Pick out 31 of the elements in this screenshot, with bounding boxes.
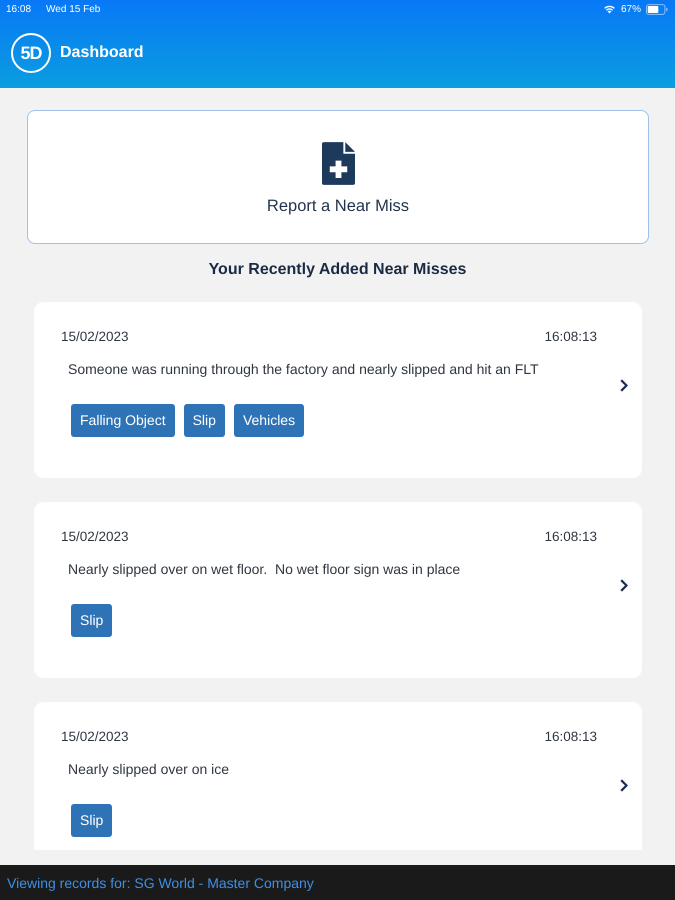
chevron-right-icon bbox=[620, 778, 628, 792]
battery-percent: 67% bbox=[620, 4, 641, 14]
near-miss-description: Nearly slipped over on ice bbox=[68, 761, 230, 778]
category-tag: Slip bbox=[184, 404, 225, 437]
chevron-right-icon bbox=[620, 578, 628, 592]
report-date: 15/02/2023 bbox=[61, 529, 129, 544]
section-heading: Your Recently Added Near Misses bbox=[208, 260, 468, 280]
company-context-text: Viewing records for: SG World - Master Company bbox=[7, 874, 314, 890]
category-tag: Slip bbox=[71, 604, 112, 637]
category-tag: Slip bbox=[71, 804, 112, 837]
report-near-miss-button[interactable]: Report a Near Miss bbox=[27, 110, 649, 244]
report-date: 15/02/2023 bbox=[61, 329, 129, 344]
chevron-right-icon bbox=[620, 378, 628, 392]
page-title: Dashboard bbox=[60, 44, 144, 62]
near-miss-card[interactable]: 15/02/2023 16:08:13 Nearly slipped over on ice Slip bbox=[34, 702, 642, 850]
near-miss-description: Someone was running through the factory and nearly slipped and hit an FLT bbox=[68, 361, 540, 378]
near-miss-description: Nearly slipped over on wet floor. No wet floor sign was in place bbox=[68, 561, 462, 578]
report-time: 16:08:13 bbox=[544, 729, 597, 744]
status-time: 16:08 bbox=[6, 4, 32, 14]
report-date: 15/02/2023 bbox=[61, 729, 129, 744]
report-time: 16:08:13 bbox=[544, 529, 597, 544]
battery-icon bbox=[646, 4, 668, 14]
report-time: 16:08:13 bbox=[544, 329, 597, 344]
app-logo: 5D bbox=[11, 33, 51, 73]
document-plus-icon bbox=[322, 142, 354, 185]
wifi-icon bbox=[602, 4, 616, 14]
category-tag: Falling Object bbox=[71, 404, 175, 437]
near-miss-card[interactable]: 15/02/2023 16:08:13 Someone was running through the factory and nearly slipped and hit an FLT Falling Object Slip Vehicles bbox=[34, 302, 642, 478]
near-miss-card[interactable]: 15/02/2023 16:08:13 Nearly slipped over on wet floor. No wet floor sign was in place Slip bbox=[34, 502, 642, 678]
status-date: Wed 15 Feb bbox=[46, 4, 100, 14]
category-tag: Vehicles bbox=[234, 404, 304, 437]
